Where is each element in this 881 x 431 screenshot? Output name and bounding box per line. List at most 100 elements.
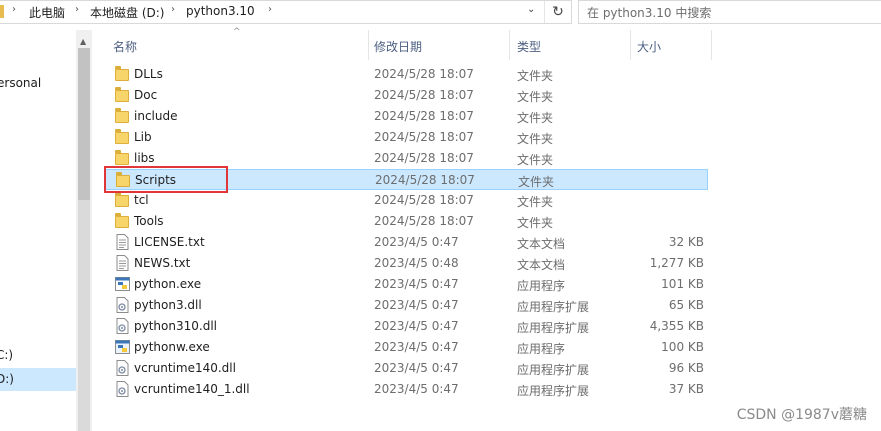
folder-mini-icon <box>0 5 4 18</box>
file-modified-date: 2023/4/5 0:47 <box>374 319 459 333</box>
file-type: 应用程序 <box>517 279 566 293</box>
highlight-annotation-box <box>104 166 228 193</box>
file-row[interactable]: LICENSE.txt 2023/4/5 0:47 文本文档 32 KB <box>104 232 708 253</box>
breadcrumb-drive-d[interactable]: 本地磁盘 (D:) <box>90 4 164 21</box>
file-name: include <box>134 109 178 123</box>
file-modified-date: 2023/4/5 0:47 <box>374 340 459 354</box>
search-placeholder: 在 python3.10 中搜索 <box>587 6 712 20</box>
file-type: 文件夹 <box>517 111 554 125</box>
file-row[interactable]: python310.dll 2023/4/5 0:47 应用程序扩展 4,355 KB <box>104 316 708 337</box>
file-type: 文件夹 <box>517 216 554 230</box>
file-name: libs <box>134 151 155 165</box>
nav-item-drive-d-label: D:) <box>0 372 14 386</box>
file-size: 96 KB <box>668 361 704 375</box>
file-modified-date: 2024/5/28 18:07 <box>374 193 474 207</box>
file-modified-date: 2024/5/28 18:07 <box>374 214 474 228</box>
column-header-size-label: 大小 <box>637 40 662 54</box>
column-divider[interactable] <box>711 30 712 60</box>
column-header-type-label: 类型 <box>517 40 542 54</box>
column-header-size[interactable]: 大小 <box>631 30 711 60</box>
file-size: 1,277 KB <box>649 256 704 270</box>
search-input[interactable]: 在 python3.10 中搜索 <box>578 0 881 24</box>
file-modified-date: 2023/4/5 0:47 <box>374 382 459 396</box>
column-header-date[interactable]: 修改日期 <box>369 30 509 60</box>
file-modified-date: 2023/4/5 0:47 <box>374 361 459 375</box>
dll-file-icon <box>115 318 130 334</box>
file-row[interactable]: vcruntime140_1.dll 2023/4/5 0:47 应用程序扩展 37 … <box>104 379 708 400</box>
folder-icon <box>115 66 129 81</box>
folder-icon <box>115 150 129 165</box>
file-modified-date: 2024/5/28 18:07 <box>374 67 474 81</box>
address-history-dropdown-icon[interactable]: ⌄ <box>527 4 535 15</box>
file-type: 文件夹 <box>517 153 554 167</box>
file-size: 37 KB <box>668 382 704 396</box>
file-row[interactable]: DLLs 2024/5/28 18:07 文件夹 <box>104 64 708 85</box>
file-size: 101 KB <box>661 277 704 291</box>
breadcrumb-python310[interactable]: python3.10 <box>186 4 255 18</box>
file-name: Lib <box>134 130 152 144</box>
file-name: Tools <box>134 214 164 228</box>
folder-icon <box>115 213 129 228</box>
file-name: tcl <box>134 193 149 207</box>
file-type: 应用程序扩展 <box>517 363 590 377</box>
folder-icon <box>115 108 129 123</box>
file-type: 文件夹 <box>518 175 555 189</box>
dll-file-icon <box>115 381 130 397</box>
refresh-button[interactable]: ↻ <box>544 1 571 23</box>
file-size: 32 KB <box>668 235 704 249</box>
dll-file-icon <box>115 297 130 313</box>
text-file-icon <box>115 234 130 250</box>
nav-item-drive-other[interactable]: ) <box>0 396 1 410</box>
file-name: pythonw.exe <box>134 340 210 354</box>
file-row[interactable]: vcruntime140.dll 2023/4/5 0:47 应用程序扩展 96 KB <box>104 358 708 379</box>
column-header-type[interactable]: 类型 <box>510 30 630 60</box>
folder-icon <box>115 129 129 144</box>
nav-item-selected-drive-d[interactable]: D:) <box>0 368 76 391</box>
file-row[interactable]: Lib 2024/5/28 18:07 文件夹 <box>104 127 708 148</box>
file-modified-date: 2023/4/5 0:47 <box>374 235 459 249</box>
column-header-date-label: 修改日期 <box>374 40 423 54</box>
nav-item-drive-c[interactable]: C:) <box>0 348 13 362</box>
folder-icon <box>115 87 129 102</box>
file-modified-date: 2023/4/5 0:48 <box>374 256 459 270</box>
file-name: DLLs <box>134 67 163 81</box>
nav-scrollbar-thumb[interactable] <box>78 48 90 200</box>
file-row[interactable]: python3.dll 2023/4/5 0:47 应用程序扩展 65 KB <box>104 295 708 316</box>
breadcrumb-separator-icon[interactable]: › <box>268 4 272 15</box>
nav-scrollbar-track-lower[interactable] <box>78 200 90 431</box>
breadcrumb-separator-icon[interactable]: › <box>12 4 16 15</box>
file-name: python310.dll <box>134 319 217 333</box>
file-name: python.exe <box>134 277 202 291</box>
breadcrumb-separator-icon[interactable]: › <box>171 4 175 15</box>
file-row[interactable]: Tools 2024/5/28 18:07 文件夹 <box>104 211 708 232</box>
file-type: 文件夹 <box>517 69 554 83</box>
file-row[interactable]: pythonw.exe 2023/4/5 0:47 应用程序 100 KB <box>104 337 708 358</box>
text-file-icon <box>115 255 130 271</box>
file-size: 65 KB <box>668 298 704 312</box>
file-name: python3.dll <box>134 298 202 312</box>
watermark: CSDN @1987v蘑糖 <box>736 407 867 423</box>
file-row[interactable]: python.exe 2023/4/5 0:47 应用程序 101 KB <box>104 274 708 295</box>
file-modified-date: 2024/5/28 18:07 <box>374 88 474 102</box>
address-bar[interactable]: › 此电脑 › 本地磁盘 (D:) › python3.10 › ⌄ ↻ <box>0 0 572 24</box>
scroll-up-arrow-icon[interactable]: ▲ <box>80 37 86 46</box>
folder-icon <box>115 192 129 207</box>
file-type: 应用程序 <box>517 342 566 356</box>
dll-file-icon <box>115 360 130 376</box>
file-row[interactable]: Doc 2024/5/28 18:07 文件夹 <box>104 85 708 106</box>
file-type: 文件夹 <box>517 195 554 209</box>
file-name: Doc <box>134 88 158 102</box>
nav-item-personal[interactable]: ersonal <box>0 76 41 90</box>
file-row[interactable]: include 2024/5/28 18:07 文件夹 <box>104 106 708 127</box>
file-name: vcruntime140_1.dll <box>134 382 250 396</box>
file-row[interactable]: tcl 2024/5/28 18:07 文件夹 <box>104 190 708 211</box>
file-type: 应用程序扩展 <box>517 300 590 314</box>
breadcrumb-separator-icon[interactable]: › <box>75 4 79 15</box>
file-modified-date: 2024/5/28 18:07 <box>375 173 475 187</box>
navigation-pane: ersonal C:) D:) ) <box>0 30 76 431</box>
breadcrumb-this-pc[interactable]: 此电脑 <box>29 4 65 21</box>
file-type: 文件夹 <box>517 90 554 104</box>
file-row[interactable]: NEWS.txt 2023/4/5 0:48 文本文档 1,277 KB <box>104 253 708 274</box>
file-modified-date: 2023/4/5 0:47 <box>374 298 459 312</box>
file-name: LICENSE.txt <box>134 235 205 249</box>
